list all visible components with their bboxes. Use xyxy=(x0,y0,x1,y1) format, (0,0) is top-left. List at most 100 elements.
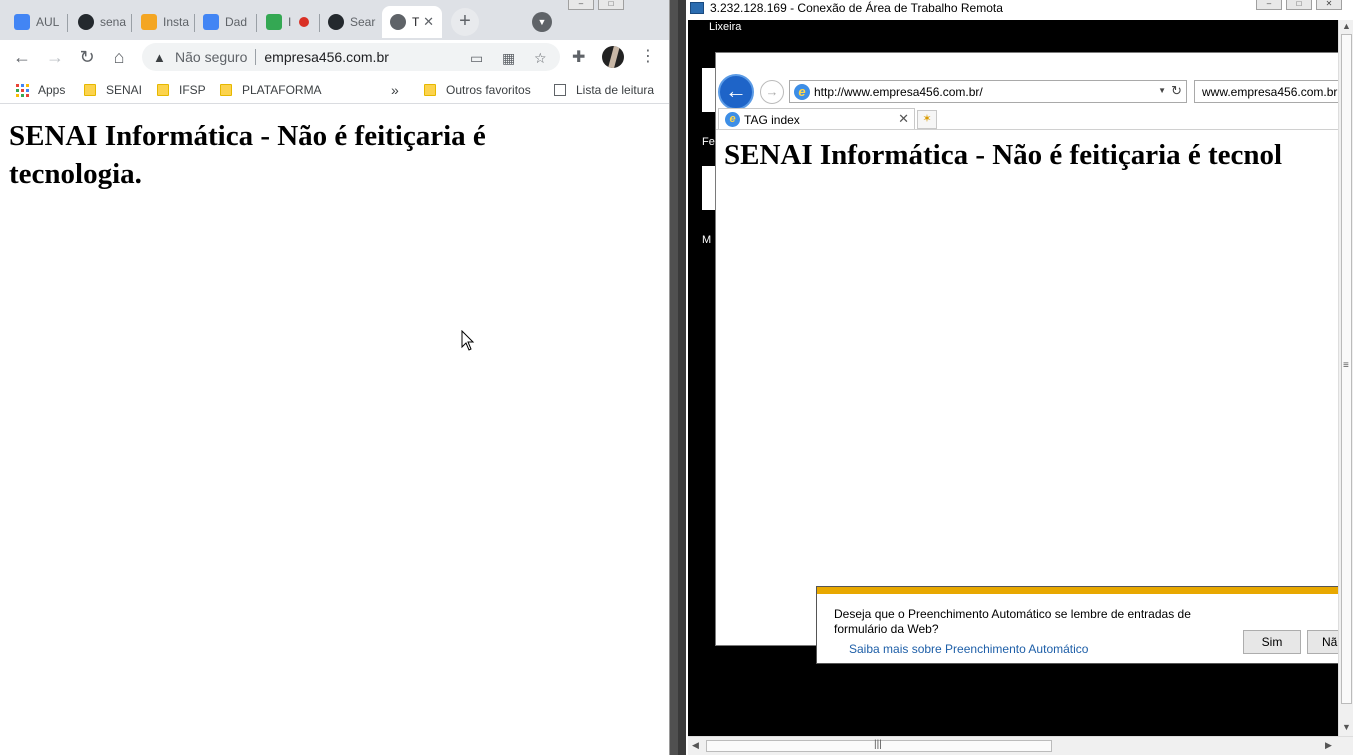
tab-dad[interactable]: Dad xyxy=(195,6,257,38)
ie-search-box[interactable]: www.empresa456.com.br xyxy=(1194,80,1338,103)
url-text[interactable]: empresa456.com.br xyxy=(264,49,389,65)
folder-icon xyxy=(424,84,436,96)
omnibox[interactable]: ▲ Não seguro empresa456.com.br ▭ ▦ ☆ xyxy=(142,43,560,71)
bookmark-folder-senai[interactable]: SENAI xyxy=(84,81,142,99)
bookmark-label: IFSP xyxy=(179,83,206,97)
grip-icon: ≡ xyxy=(1343,360,1349,371)
folder-icon xyxy=(84,84,96,96)
rdp-horizontal-scrollbar[interactable]: ◀ ||| ▶ xyxy=(688,736,1353,755)
maximize-icon[interactable]: □ xyxy=(598,0,624,10)
extensions-icon[interactable]: ✚ xyxy=(572,47,585,67)
menu-icon[interactable]: ⋮ xyxy=(640,46,656,66)
reading-list-icon xyxy=(554,84,566,96)
ie-back-button[interactable]: ← xyxy=(718,74,754,110)
desktop-label-recycle-bin[interactable]: Lixeira xyxy=(709,21,741,33)
autocomplete-message: Deseja que o Preenchimento Automático se… xyxy=(834,607,1191,636)
more-bookmarks-button[interactable]: » xyxy=(391,81,399,99)
tab-search[interactable]: Sear xyxy=(320,6,382,38)
profile-avatar[interactable] xyxy=(602,46,624,68)
new-tab-button[interactable]: + xyxy=(451,8,479,36)
chrome-tab-strip: AUL sena Insta Dad I Sear T ✕ + ▼ – □ xyxy=(0,0,669,40)
close-tab-icon[interactable]: ✕ xyxy=(898,111,909,127)
bookmark-apps[interactable]: Apps xyxy=(16,81,65,99)
notification-bar-accent xyxy=(817,587,1338,594)
close-tab-icon[interactable]: ✕ xyxy=(423,14,434,30)
bookmark-label: Outros favoritos xyxy=(446,83,531,97)
autocomplete-learn-more-link[interactable]: Saiba mais sobre Preenchimento Automátic… xyxy=(849,642,1088,656)
minimize-icon[interactable]: – xyxy=(1256,0,1282,10)
window-divider xyxy=(670,0,678,755)
recording-icon xyxy=(299,17,310,27)
home-icon[interactable]: ⌂ xyxy=(107,45,131,69)
scroll-up-icon[interactable]: ▲ xyxy=(1342,21,1351,31)
bookmark-folder-other[interactable]: Outros favoritos xyxy=(424,81,531,99)
bookmark-label: Apps xyxy=(38,83,66,97)
window-divider xyxy=(678,0,686,755)
bookmark-label: Lista de leitura xyxy=(576,83,655,97)
maximize-icon[interactable]: □ xyxy=(1286,0,1312,10)
bookmark-folder-plataforma[interactable]: PLATAFORMA xyxy=(220,81,322,99)
contacts-icon xyxy=(14,14,30,30)
desktop-label[interactable]: Fe xyxy=(702,136,715,148)
tab-label: T xyxy=(412,15,420,29)
rdp-title: 3.232.128.169 - Conexão de Área de Traba… xyxy=(710,1,1003,15)
folder-icon xyxy=(157,84,169,96)
warning-icon[interactable]: ▲ xyxy=(153,50,167,65)
tab-label: AUL xyxy=(36,15,60,29)
close-icon[interactable]: ✕ xyxy=(1316,0,1342,10)
github-icon xyxy=(78,14,94,30)
forward-icon[interactable]: → xyxy=(43,45,67,69)
grip-icon: ||| xyxy=(874,739,882,750)
security-label[interactable]: Não seguro xyxy=(175,49,247,65)
ie-url[interactable]: http://www.empresa456.com.br/ xyxy=(814,85,983,99)
tab-meet[interactable]: I xyxy=(258,6,320,38)
page-heading: SENAI Informática - Não é feitiçaria é t… xyxy=(9,120,486,190)
scroll-left-icon[interactable]: ◀ xyxy=(692,740,699,751)
ie-logo-icon: e xyxy=(794,83,810,100)
ie-forward-button[interactable]: → xyxy=(760,80,784,104)
autocomplete-no-button[interactable]: Nã xyxy=(1307,630,1338,654)
scroll-right-icon[interactable]: ▶ xyxy=(1325,740,1332,751)
ie-refresh-icon[interactable]: ↻ xyxy=(1171,83,1182,99)
aws-box-icon xyxy=(141,14,157,30)
minimize-icon[interactable]: – xyxy=(568,0,594,10)
globe-icon xyxy=(390,14,406,30)
scroll-down-icon[interactable]: ▼ xyxy=(1342,722,1351,732)
ie-new-tab-button[interactable]: ✶ xyxy=(917,110,937,129)
mouse-cursor-icon xyxy=(461,330,475,351)
bookmark-star-icon[interactable]: ☆ xyxy=(534,50,547,67)
chrome-toolbar: ← → ↻ ⌂ ▲ Não seguro empresa456.com.br ▭… xyxy=(0,40,669,74)
install-app-icon[interactable]: ▭ xyxy=(470,50,483,67)
tab-sena[interactable]: sena xyxy=(70,6,132,38)
docs-icon xyxy=(203,14,219,30)
rdp-vertical-scrollbar[interactable]: ▲ ≡ ▼ xyxy=(1338,20,1353,736)
chrome-page-content: SENAI Informática - Não é feitiçaria é t… xyxy=(0,105,669,755)
remote-desktop-area: Lixeira Fe M ← → e http://www.empresa456… xyxy=(688,20,1338,736)
remote-desktop-icon xyxy=(690,2,704,14)
autocomplete-notification: Deseja que o Preenchimento Automático se… xyxy=(816,586,1338,664)
tab-aul[interactable]: AUL xyxy=(6,6,68,38)
internet-explorer-window: ← → e http://www.empresa456.com.br/ ▼ ↻ … xyxy=(715,52,1338,646)
tab-active[interactable]: T ✕ xyxy=(382,6,442,38)
ie-page-heading: SENAI Informática - Não é feitiçaria é t… xyxy=(724,139,1283,171)
remote-desktop-window: 3.232.128.169 - Conexão de Área de Traba… xyxy=(686,0,1353,755)
dropdown-arrow-icon[interactable]: ▼ xyxy=(1158,86,1166,95)
reading-list-button[interactable]: Lista de leitura xyxy=(554,81,654,99)
autocomplete-yes-button[interactable]: Sim xyxy=(1243,630,1301,654)
tab-label: Insta xyxy=(163,15,190,29)
ie-address-bar[interactable]: e http://www.empresa456.com.br/ ▼ ↻ xyxy=(789,80,1187,103)
ie-tab[interactable]: e TAG index ✕ xyxy=(718,108,915,130)
rdp-window-controls: – □ ✕ xyxy=(1256,0,1342,10)
tab-insta[interactable]: Insta xyxy=(133,6,195,38)
reload-icon[interactable]: ↻ xyxy=(75,45,99,69)
bookmark-folder-ifsp[interactable]: IFSP xyxy=(157,81,206,99)
qr-code-icon[interactable]: ▦ xyxy=(502,50,515,67)
tab-search-icon[interactable]: ▼ xyxy=(532,12,552,32)
ie-tab-title: TAG index xyxy=(744,112,800,127)
tab-label: Dad xyxy=(225,15,248,29)
desktop-label[interactable]: M xyxy=(702,234,711,246)
apps-grid-icon xyxy=(16,83,29,97)
folder-icon xyxy=(220,84,232,96)
chrome-window: AUL sena Insta Dad I Sear T ✕ + ▼ – □ ← … xyxy=(0,0,670,755)
back-icon[interactable]: ← xyxy=(10,45,34,69)
